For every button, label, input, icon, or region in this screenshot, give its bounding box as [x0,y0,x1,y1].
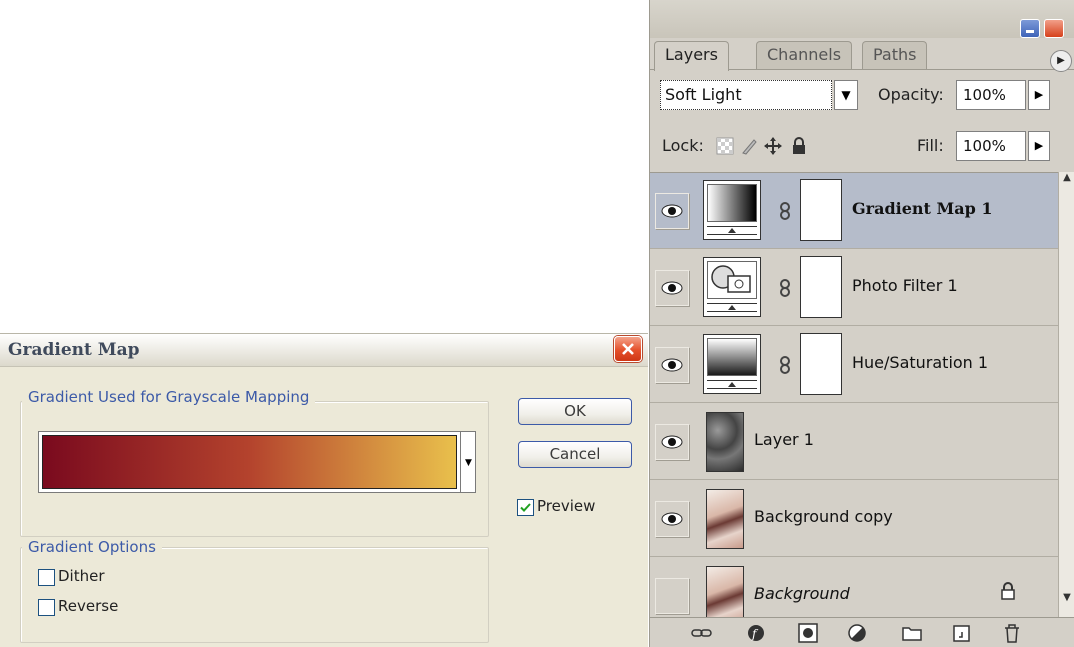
eye-icon [661,281,683,295]
lock-transparent-pixels-icon[interactable] [716,137,734,155]
scroll-up-icon[interactable]: ▲ [1059,172,1074,192]
visibility-toggle[interactable] [655,347,689,383]
chain-link-icon[interactable] [778,356,792,374]
tab-layers[interactable]: Layers [654,41,729,71]
opacity-label: Opacity: [878,85,944,104]
layer-mask-thumbnail[interactable] [800,256,842,318]
eye-icon [661,358,683,372]
chevron-down-icon: ▼ [465,458,472,468]
gradient-preview-bar[interactable] [42,435,457,489]
cancel-button[interactable]: Cancel [518,441,632,468]
visibility-toggle[interactable] [655,270,689,306]
gradient-group-label: Gradient Used for Grayscale Mapping [22,388,316,406]
visibility-toggle[interactable] [655,424,689,460]
link-layers-icon[interactable] [690,622,714,644]
checkmark-icon [520,503,531,512]
layer-row[interactable]: Gradient Map 1 [650,173,1058,249]
lock-all-icon[interactable] [790,137,808,155]
new-layer-icon[interactable] [950,622,974,644]
fill-label: Fill: [917,136,944,155]
layers-palette: Layers Channels Paths ▶ Soft Light ▼ Opa… [649,0,1074,647]
ok-button[interactable]: OK [518,398,632,425]
chain-link-icon[interactable] [778,279,792,297]
layer-row[interactable]: Photo Filter 1 [650,250,1058,326]
scroll-down-icon[interactable]: ▼ [1059,592,1074,612]
layer-name: Gradient Map 1 [852,199,993,218]
layer-mask-thumbnail[interactable] [800,333,842,395]
gradient-picker[interactable]: ▼ [38,431,476,493]
gradient-map-thumbnail [703,180,761,240]
layer-style-icon[interactable]: f [746,622,770,644]
layer-name: Layer 1 [754,430,814,449]
lock-image-pixels-icon[interactable] [740,137,758,155]
close-icon[interactable] [1044,19,1064,38]
lock-label: Lock: [662,136,704,155]
new-group-icon[interactable] [900,622,924,644]
palette-menu-icon[interactable]: ▶ [1050,50,1072,72]
layer-name: Background copy [754,507,893,526]
hue-saturation-thumbnail [703,334,761,394]
layers-scrollbar[interactable]: ▲ ▼ [1058,172,1074,617]
visibility-toggle[interactable] [655,578,689,614]
layer-row[interactable]: Background copy [650,481,1058,557]
camera-filter-icon [711,265,751,293]
gradient-map-dialog: Gradient Map Gradient Used for Grayscale… [0,333,648,647]
lock-icon [1001,582,1015,600]
fill-input[interactable]: 100% [956,131,1026,161]
layer-name: Hue/Saturation 1 [852,353,989,372]
close-icon[interactable] [614,336,642,362]
dialog-titlebar[interactable]: Gradient Map [0,334,648,367]
layer-row[interactable]: Layer 1 [650,404,1058,480]
palette-footer: f [650,617,1074,647]
options-group-label: Gradient Options [22,538,162,556]
layer-row[interactable]: Hue/Saturation 1 [650,327,1058,403]
tab-paths[interactable]: Paths [862,41,928,69]
opacity-slider-arrow-icon[interactable]: ▶ [1028,80,1050,110]
visibility-toggle[interactable] [655,193,689,229]
delete-layer-icon[interactable] [1000,622,1024,644]
layer-mask-thumbnail[interactable] [800,179,842,241]
fill-slider-arrow-icon[interactable]: ▶ [1028,131,1050,161]
lock-position-icon[interactable] [764,137,782,155]
reverse-checkbox[interactable] [38,599,55,616]
eye-icon [661,512,683,526]
layer-name: Background [754,584,850,603]
tab-channels[interactable]: Channels [756,41,853,69]
options-group [20,547,489,643]
visibility-toggle[interactable] [655,501,689,537]
minimize-icon[interactable] [1020,19,1040,38]
preview-checkbox[interactable] [517,499,534,516]
palette-titlebar[interactable] [650,0,1074,38]
layers-list: Gradient Map 1 Photo Filter 1 Hue/Satura… [650,172,1058,634]
photo-filter-thumbnail [703,257,761,317]
dither-checkbox[interactable] [38,569,55,586]
chain-link-icon[interactable] [778,202,792,220]
adjustment-layer-icon[interactable] [846,622,870,644]
blend-mode-value: Soft Light [665,85,742,104]
eye-icon [661,204,683,218]
preview-label: Preview [537,497,596,515]
eye-icon [661,435,683,449]
layer-name: Photo Filter 1 [852,276,958,295]
layer-mask-icon[interactable] [796,622,820,644]
chevron-down-icon[interactable]: ▼ [834,80,858,110]
texture-thumbnail [706,412,744,472]
dither-label: Dither [58,567,105,585]
reverse-label: Reverse [58,597,119,615]
photo-thumbnail [706,489,744,549]
blend-mode-select[interactable]: Soft Light [660,80,832,110]
dialog-title: Gradient Map [8,340,140,360]
gradient-dropdown-button[interactable]: ▼ [460,432,475,492]
opacity-input[interactable]: 100% [956,80,1026,110]
